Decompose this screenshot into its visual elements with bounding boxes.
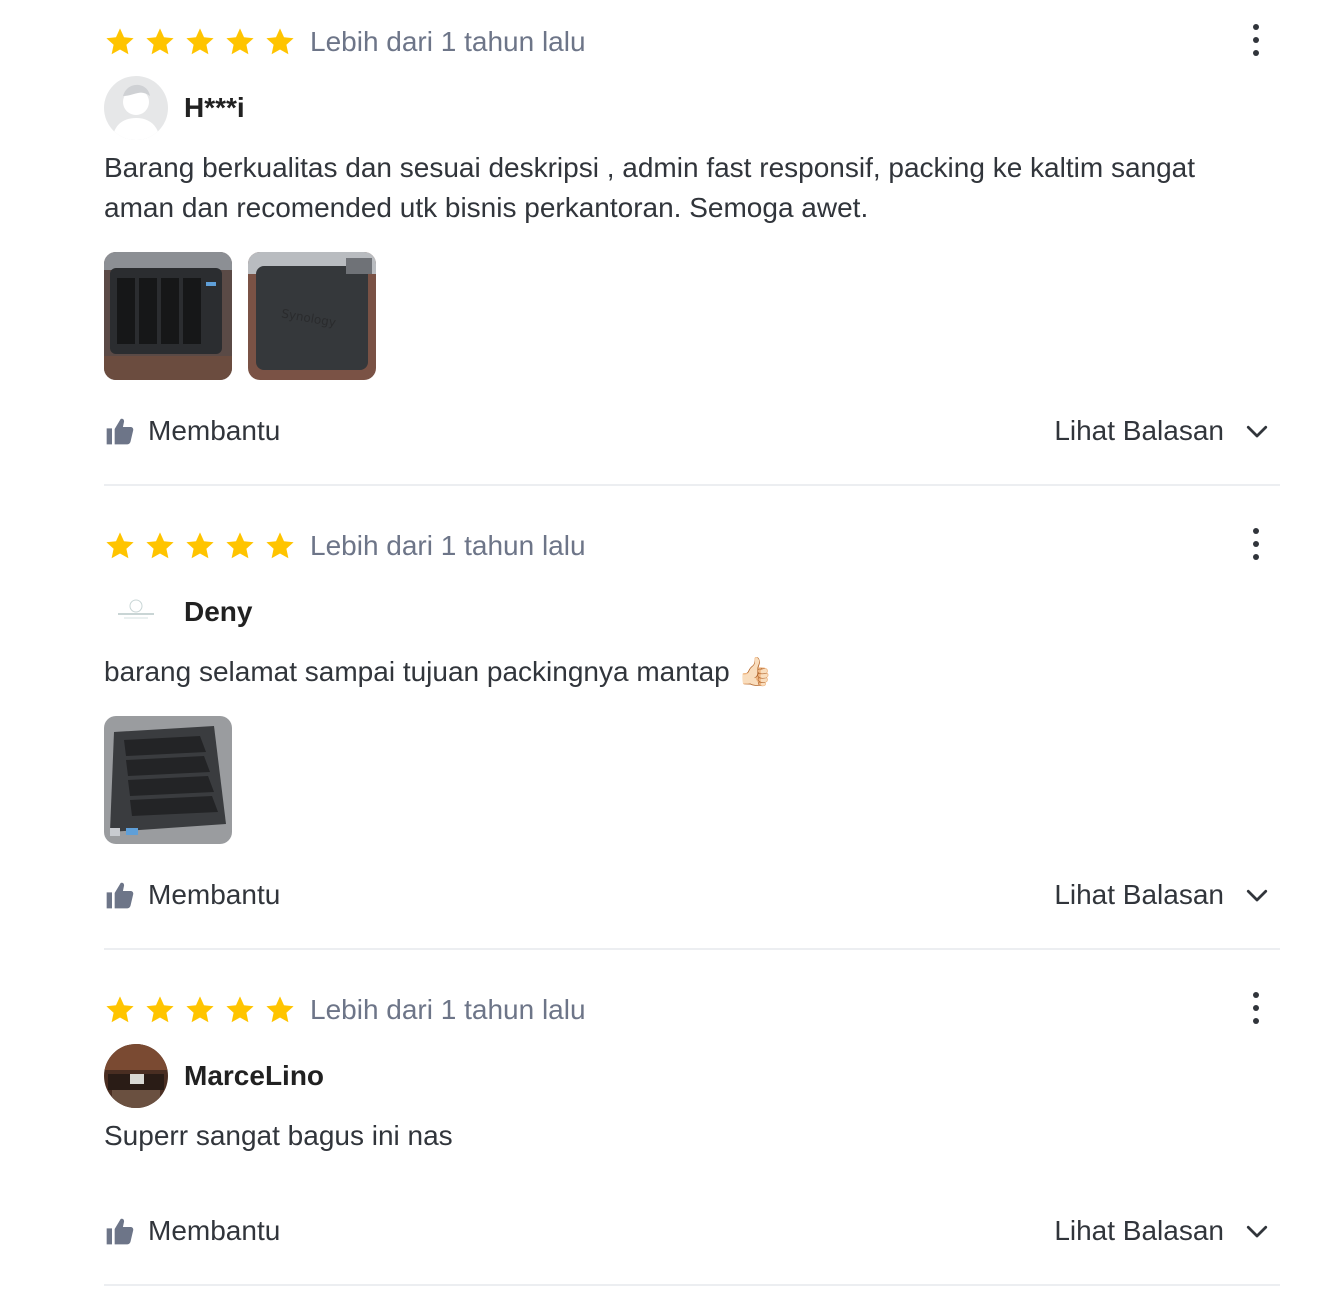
helpful-label: Membantu [148,415,281,446]
review-time: Lebih dari 1 tahun lalu [310,994,586,1025]
review-text: Barang berkualitas dan sesuai deskripsi … [104,152,1196,223]
helpful-label: Membantu [148,879,281,910]
star-icon [184,994,216,1026]
review-image-thumbnail[interactable]: Synology [248,252,376,380]
thumbs-up-icon [104,1215,136,1247]
star-rating [104,26,296,58]
view-replies-button[interactable]: Lihat Balasan [1054,415,1280,447]
reviewer-name: MarceLino [184,1060,325,1091]
helpful-label: Membantu [148,1215,281,1246]
star-icon [224,530,256,562]
view-replies-button[interactable]: Lihat Balasan [1054,879,1280,911]
reviewer-name: H***i [184,92,245,123]
thumbs-up-icon [104,879,136,911]
star-icon [264,26,296,58]
kebab-menu-icon[interactable] [1250,992,1262,1032]
star-icon [144,530,176,562]
reviewer-info: Deny [104,580,252,644]
reviewer-info: H***i [104,76,245,140]
avatar [104,1044,168,1108]
review-card: Lebih dari 1 tahun lalu H***i Barang ber… [104,22,1280,486]
review-text: barang selamat sampai tujuan packingnya … [104,656,773,687]
thumbs-up-icon [104,415,136,447]
chevron-down-icon [1242,416,1272,446]
chevron-down-icon [1242,1216,1272,1246]
star-icon [144,26,176,58]
review-images: Synology [104,252,376,380]
reviewer-name: Deny [184,596,253,627]
review-time: Lebih dari 1 tahun lalu [310,530,586,561]
avatar [104,76,168,140]
kebab-menu-icon[interactable] [1250,528,1262,568]
star-icon [104,26,136,58]
star-icon [264,994,296,1026]
review-rating-row: Lebih dari 1 tahun lalu [104,990,586,1030]
view-replies-label: Lihat Balasan [1054,879,1224,910]
review-rating-row: Lebih dari 1 tahun lalu [104,526,586,566]
star-icon [224,26,256,58]
review-text: Superr sangat bagus ini nas [104,1120,453,1151]
review-actions: Membantu Lihat Balasan [104,875,1280,915]
chevron-down-icon [1242,880,1272,910]
review-card: Lebih dari 1 tahun lalu Deny barang sela… [104,526,1280,950]
reviewer-info: MarceLino [104,1044,324,1108]
star-icon [184,530,216,562]
helpful-button[interactable]: Membantu [104,1215,280,1247]
review-actions: Membantu Lihat Balasan [104,1211,1280,1251]
review-images [104,716,232,844]
avatar [104,580,168,644]
review-time: Lebih dari 1 tahun lalu [310,26,586,57]
helpful-button[interactable]: Membantu [104,879,280,911]
star-icon [224,994,256,1026]
star-icon [184,26,216,58]
star-rating [104,530,296,562]
star-rating [104,994,296,1026]
view-replies-label: Lihat Balasan [1054,1215,1224,1246]
review-image-thumbnail[interactable] [104,716,232,844]
helpful-button[interactable]: Membantu [104,415,280,447]
star-icon [104,530,136,562]
review-card: Lebih dari 1 tahun lalu MarceLino Superr… [104,990,1280,1286]
kebab-menu-icon[interactable] [1250,24,1262,64]
review-image-thumbnail[interactable] [104,252,232,380]
star-icon [104,994,136,1026]
view-replies-button[interactable]: Lihat Balasan [1054,1215,1280,1247]
view-replies-label: Lihat Balasan [1054,415,1224,446]
star-icon [144,994,176,1026]
star-icon [264,530,296,562]
review-rating-row: Lebih dari 1 tahun lalu [104,22,586,62]
review-actions: Membantu Lihat Balasan [104,411,1280,451]
